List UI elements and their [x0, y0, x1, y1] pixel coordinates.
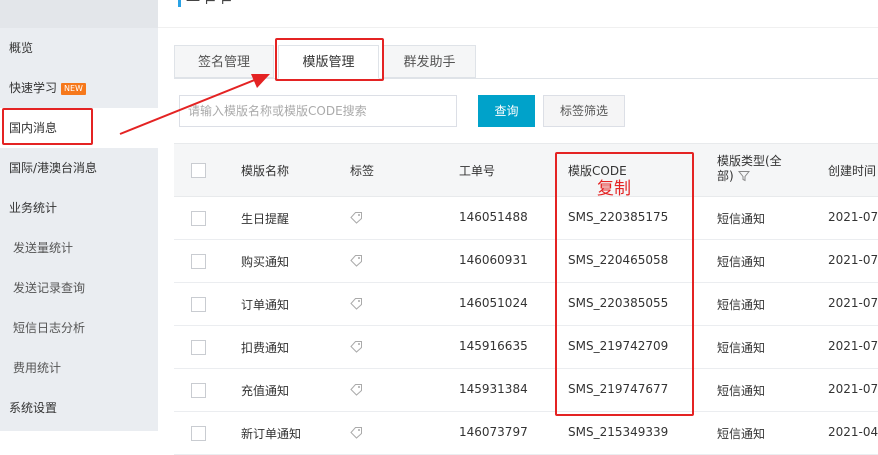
sidebar-item-label: 快速学习 — [9, 81, 58, 95]
header-ticket: 工单号 — [459, 164, 496, 178]
cell-created-time: 2021-07-1 — [828, 339, 878, 353]
tag-icon[interactable] — [350, 210, 364, 224]
table-row: 生日提醒 146051488 SMS_220385175 短信通知 2021-07-2 — [174, 197, 878, 240]
cell-template-type: 短信通知 — [717, 384, 766, 398]
sidebar-item-label: 发送记录查询 — [13, 281, 86, 295]
header-template-name: 模版名称 — [241, 164, 290, 178]
sidebar-item-log-analysis[interactable]: 短信日志分析 — [0, 308, 158, 348]
select-all-checkbox[interactable] — [191, 163, 206, 178]
cell-template-code: SMS_220385175 — [568, 210, 669, 224]
sidebar-item-settings[interactable]: 系统设置 — [0, 388, 158, 428]
sidebar-item-label: 短信日志分析 — [13, 321, 86, 335]
cell-template-type: 短信通知 — [717, 298, 766, 312]
cell-template-type: 短信通知 — [717, 255, 766, 269]
sidebar-top — [0, 0, 158, 28]
row-checkbox[interactable] — [191, 426, 206, 441]
cell-ticket: 146051488 — [459, 210, 528, 224]
sidebar-item-label: 费用统计 — [13, 361, 62, 375]
sidebar-item-label: 发送量统计 — [13, 241, 74, 255]
tag-icon[interactable] — [350, 382, 364, 396]
cell-template-code: SMS_220385055 — [568, 296, 669, 310]
sidebar-item-quick-learn[interactable]: 快速学习 NEW — [0, 68, 158, 108]
sidebar-item-business-stats[interactable]: 业务统计 — [0, 188, 158, 228]
header-accent-bar — [178, 0, 181, 7]
cell-template-code: SMS_215349339 — [568, 425, 669, 439]
row-checkbox[interactable] — [191, 211, 206, 226]
sidebar-item-label: 业务统计 — [9, 201, 58, 215]
cell-template-code: SMS_219747677 — [568, 382, 669, 396]
sidebar-item-international[interactable]: 国际/港澳台消息 — [0, 148, 158, 188]
cell-ticket: 145931384 — [459, 382, 528, 396]
cell-created-time: 2021-04-2 — [828, 425, 878, 439]
cell-template-code: SMS_219742709 — [568, 339, 669, 353]
sidebar-item-domestic[interactable]: 国内消息 — [0, 108, 158, 148]
sidebar-item-send-volume[interactable]: 发送量统计 — [0, 228, 158, 268]
table-row: 购买通知 146060931 SMS_220465058 短信通知 2021-07-2 — [174, 240, 878, 283]
new-badge: NEW — [61, 83, 86, 95]
table-row: 扣费通知 145916635 SMS_219742709 短信通知 2021-07-1 — [174, 326, 878, 369]
tag-icon[interactable] — [350, 253, 364, 267]
cell-ticket: 146051024 — [459, 296, 528, 310]
tag-filter-button[interactable]: 标签筛选 — [543, 95, 625, 127]
cell-template-name: 新订单通知 — [241, 427, 302, 441]
table-header: 模版名称 标签 工单号 模版CODE 模版类型(全 部) 创建时间 — [174, 143, 878, 197]
cell-template-type: 短信通知 — [717, 212, 766, 226]
cell-template-name: 订单通知 — [241, 298, 290, 312]
header-tag: 标签 — [350, 164, 375, 178]
row-checkbox[interactable] — [191, 340, 206, 355]
tag-icon[interactable] — [350, 296, 364, 310]
sidebar-item-label: 概览 — [9, 41, 34, 55]
cell-template-name: 生日提醒 — [241, 212, 290, 226]
row-checkbox[interactable] — [191, 297, 206, 312]
table-row: 充值通知 145931384 SMS_219747677 短信通知 2021-07-1 — [174, 369, 878, 412]
cell-created-time: 2021-07-1 — [828, 382, 878, 396]
cell-template-name: 购买通知 — [241, 255, 290, 269]
sidebar-item-overview[interactable]: 概览 — [0, 28, 158, 68]
tab-template[interactable]: 模版管理 — [278, 45, 379, 79]
page-header — [158, 0, 878, 28]
header-created-time: 创建时间 — [828, 164, 877, 178]
cell-template-name: 扣费通知 — [241, 341, 290, 355]
page-title: 一 ⌐ ⌐ — [186, 0, 233, 10]
tab-label: 签名管理 — [197, 55, 250, 70]
sidebar-item-cost-stats[interactable]: 费用统计 — [0, 348, 158, 388]
annotation-copy-note: 复制 — [597, 179, 631, 199]
cell-ticket: 146060931 — [459, 253, 528, 267]
query-button[interactable]: 查询 — [478, 95, 535, 127]
cell-created-time: 2021-07-2 — [828, 296, 878, 310]
table-row: 新订单通知 146073797 SMS_215349339 短信通知 2021-04-2 — [174, 412, 878, 455]
table-row: 订单通知 146051024 SMS_220385055 短信通知 2021-07-2 — [174, 283, 878, 326]
tab-signature[interactable]: 签名管理 — [174, 45, 274, 78]
header-template-type[interactable]: 模版类型(全 部) — [717, 154, 782, 184]
row-checkbox[interactable] — [191, 383, 206, 398]
sidebar-item-send-records[interactable]: 发送记录查询 — [0, 268, 158, 308]
cell-ticket: 146073797 — [459, 425, 528, 439]
sidebar-item-label: 国内消息 — [9, 121, 58, 135]
tab-label: 模版管理 — [302, 55, 355, 70]
row-checkbox[interactable] — [191, 254, 206, 269]
cell-template-name: 充值通知 — [241, 384, 290, 398]
cell-ticket: 145916635 — [459, 339, 528, 353]
search-input[interactable] — [179, 95, 457, 127]
cell-created-time: 2021-07-2 — [828, 253, 878, 267]
sidebar: 概览 快速学习 NEW 国内消息 国际/港澳台消息 业务统计 发送量统计 发送记录… — [0, 0, 158, 431]
tab-label: 群发助手 — [403, 55, 456, 70]
header-type-line1: 模版类型(全 — [717, 154, 782, 168]
filter-icon[interactable] — [737, 170, 750, 182]
cell-template-type: 短信通知 — [717, 341, 766, 355]
cell-template-code: SMS_220465058 — [568, 253, 669, 267]
tag-icon[interactable] — [350, 339, 364, 353]
header-type-line2: 部) — [717, 169, 734, 183]
cell-created-time: 2021-07-2 — [828, 210, 878, 224]
tab-bulk-assistant[interactable]: 群发助手 — [383, 45, 476, 78]
tag-icon[interactable] — [350, 425, 364, 439]
sidebar-item-label: 国际/港澳台消息 — [9, 161, 98, 175]
sidebar-item-label: 系统设置 — [9, 401, 58, 415]
cell-template-type: 短信通知 — [717, 427, 766, 441]
